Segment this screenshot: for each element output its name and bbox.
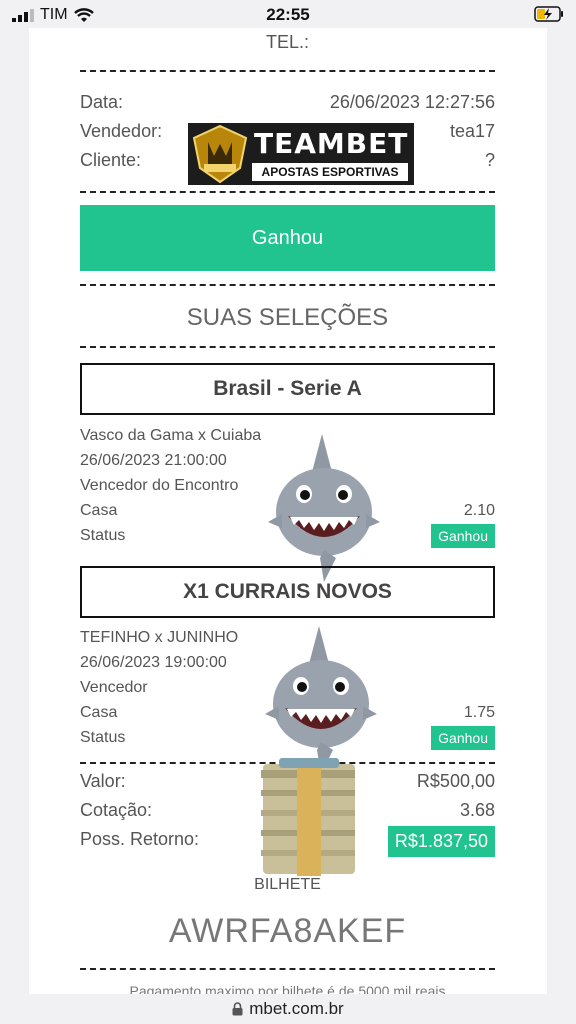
logo-tagline: APOSTAS ESPORTIVAS [252,163,408,181]
logo-brand: TEAMBET [254,127,409,160]
match-name: Vasco da Gama x Cuiaba [80,427,262,444]
divider [80,70,495,72]
teambet-logo: TEAMBET APOSTAS ESPORTIVAS [188,123,414,185]
valor-value: R$500,00 [416,771,495,791]
odd-value: 1.75 [463,704,495,721]
league-header: X1 CURRAIS NOVOS [80,566,495,618]
divider [80,191,495,193]
market-name: Vencedor [80,679,148,696]
cash-stack-icon [261,758,355,876]
market-name: Vencedor do Encontro [80,477,239,494]
match-name: TEFINHO x JUNINHO [80,629,239,646]
divider [80,346,495,348]
cotacao-value: 3.68 [459,800,495,820]
clock: 22:55 [266,5,310,24]
status-badge: Ganhou [431,726,495,750]
status-label: Status [80,729,126,746]
data-row: Data: 26/06/2023 12:27:56 [80,92,495,113]
divider [80,968,495,970]
data-value: 26/06/2023 12:27:56 [329,92,495,112]
receipt-panel: TEL.: Data: 26/06/2023 12:27:56 Vendedor… [29,28,547,994]
payment-footer: Pagamento maximo por bilhete é de 5000 m… [129,983,446,994]
tel-label: TEL.: [265,32,309,52]
bet-status-button[interactable]: Ganhou [80,205,495,271]
match-datetime: 26/06/2023 21:00:00 [80,452,227,469]
match-datetime: 26/06/2023 19:00:00 [80,654,227,671]
cliente-value: ? [484,150,495,170]
status-badge: Ganhou [431,524,495,548]
valor-label: Valor: [80,771,126,791]
league-header: Brasil - Serie A [80,363,495,415]
logo-emblem-icon [192,124,248,184]
cotacao-label: Cotação: [80,800,153,820]
ticket-code: AWRFA8AKEF [168,912,407,950]
status-label: Status [80,527,126,544]
vendedor-label: Vendedor: [80,121,163,141]
data-label: Data: [80,92,124,112]
cliente-label: Cliente: [80,150,142,170]
url-text: mbet.com.br [249,999,344,1018]
ticket-label: BILHETE [254,876,321,893]
retorno-label: Poss. Retorno: [80,829,200,849]
pick-label: Casa [80,502,118,519]
retorno-badge: R$1.837,50 [387,826,495,857]
selections-title: SUAS SELEÇÕES [186,304,389,331]
status-bar: TIM 22:55 [0,0,576,30]
odd-value: 2.10 [463,502,495,519]
battery-charging-icon [534,6,563,22]
url-bar[interactable]: mbet.com.br [0,994,576,1024]
lock-icon [232,1002,243,1016]
divider [80,284,495,286]
shark-sticker-icon [268,434,380,582]
pick-label: Casa [80,704,118,721]
shark-sticker-icon [265,626,377,774]
vendedor-value: tea17 [449,121,495,141]
